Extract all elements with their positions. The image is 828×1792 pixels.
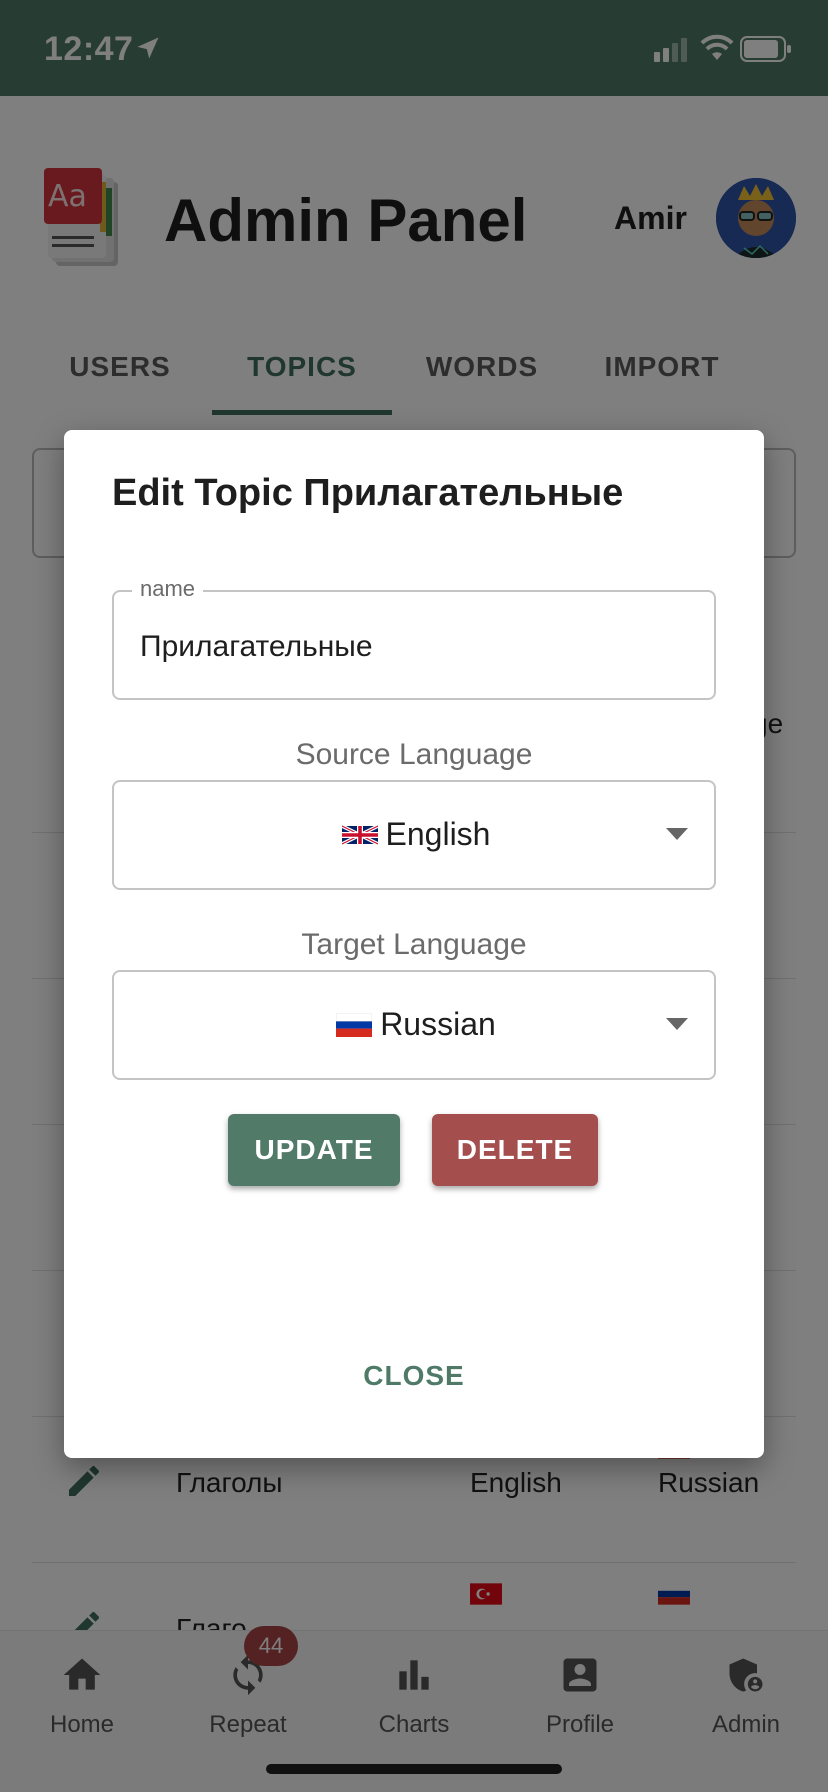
delete-button[interactable]: DELETE (432, 1114, 598, 1186)
target-language-select[interactable]: Russian (112, 970, 716, 1080)
source-language-value: English (385, 816, 491, 852)
update-button[interactable]: UPDATE (228, 1114, 400, 1186)
home-indicator (266, 1764, 562, 1774)
close-button[interactable]: CLOSE (64, 1360, 764, 1392)
chevron-down-icon[interactable] (666, 1018, 688, 1032)
topic-name-value[interactable]: Прилагательные (140, 630, 373, 664)
edit-topic-dialog: Edit Topic Прилагательные name Прилагате… (64, 430, 764, 1458)
dialog-title: Edit Topic Прилагательные (112, 472, 624, 514)
source-language-caption: Source Language (295, 738, 533, 771)
source-language-select[interactable]: English (112, 780, 716, 890)
target-language-value: Russian (380, 1006, 496, 1042)
app-screen: 12:47 Aa (0, 0, 828, 1792)
russia-flag-icon (336, 1013, 373, 1037)
target-language-selected: Russian (114, 1006, 718, 1043)
topic-name-label: name (132, 576, 204, 602)
chevron-down-icon[interactable] (666, 828, 688, 842)
target-language-caption: Target Language (301, 928, 527, 961)
topic-name-field[interactable]: name Прилагательные (112, 576, 716, 700)
uk-flag-icon (341, 824, 378, 846)
source-language-selected: English (114, 816, 718, 853)
